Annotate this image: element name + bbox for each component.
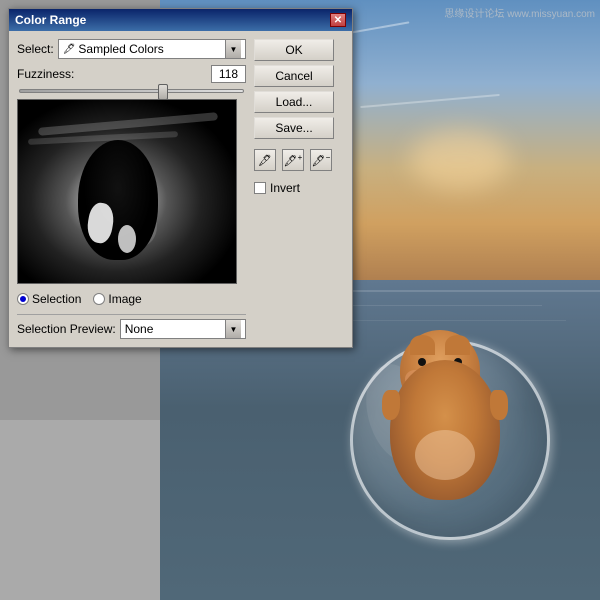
slider-track (19, 89, 244, 93)
hamster-body (380, 330, 510, 500)
image-label: Image (108, 292, 141, 306)
eyedropper-tool[interactable]: 🖋 (254, 149, 276, 171)
invert-checkbox[interactable] (254, 182, 266, 194)
select-label: Select: (17, 42, 54, 56)
eyedropper-add-tool[interactable]: 🖋+ (282, 149, 304, 171)
invert-row: Invert (254, 181, 344, 195)
load-button[interactable]: Load... (254, 91, 334, 113)
fuzziness-label: Fuzziness: (17, 67, 74, 81)
dialog-title: Color Range (15, 13, 86, 27)
hamster-paw-right (490, 390, 508, 420)
image-radio-circle (93, 293, 105, 305)
selection-radio[interactable]: Selection (17, 292, 81, 306)
fuzziness-row: Fuzziness: 118 (17, 65, 246, 83)
cancel-button[interactable]: Cancel (254, 65, 334, 87)
preview-dropdown-arrow[interactable]: ▼ (225, 320, 241, 338)
slider-thumb[interactable] (158, 84, 168, 100)
hamster-belly (415, 430, 475, 480)
image-radio[interactable]: Image (93, 292, 141, 306)
preview-highlight-2 (118, 225, 136, 253)
dialog-titlebar: Color Range ✕ (9, 9, 352, 31)
hamster-ear-left (410, 335, 435, 355)
eyedropper-minus-icon: 🖋− (312, 153, 331, 168)
fuzziness-slider-container (17, 89, 246, 93)
selection-preview-label: Selection Preview: (17, 322, 116, 336)
dialog-content: Select: 🖋 Sampled Colors ▼ Fuzziness: 11… (9, 31, 352, 347)
ok-button[interactable]: OK (254, 39, 334, 61)
fuzziness-value[interactable]: 118 (211, 65, 246, 83)
view-mode-row: Selection Image (17, 290, 246, 308)
hamster-body-shape (390, 360, 500, 500)
invert-label: Invert (270, 181, 300, 195)
preview-bw-image (18, 100, 236, 283)
dialog-right-panel: OK Cancel Load... Save... 🖋 🖋+ 🖋− Invert (254, 39, 344, 339)
cloud-5 (360, 94, 500, 108)
selection-radio-dot (20, 296, 26, 302)
divider-1 (17, 314, 246, 315)
selection-preview-row: Selection Preview: None ▼ (17, 319, 246, 339)
dialog-left-panel: Select: 🖋 Sampled Colors ▼ Fuzziness: 11… (17, 39, 246, 339)
eyedropper-plus-icon: 🖋+ (284, 153, 303, 168)
selection-preview-value: None (125, 322, 225, 336)
hamster-ear-right (445, 335, 470, 355)
selection-label: Selection (32, 292, 81, 306)
eyedropper-subtract-tool[interactable]: 🖋− (310, 149, 332, 171)
hamster-paw-left (382, 390, 400, 420)
watermark: 思缘设计论坛 www.missyuan.com (444, 5, 595, 20)
eyedropper-icon: 🖋 (258, 154, 272, 167)
select-arrow[interactable]: ▼ (225, 40, 241, 58)
hamster-area (330, 180, 570, 560)
select-dropdown[interactable]: 🖋 Sampled Colors ▼ (58, 39, 246, 59)
selection-radio-circle (17, 293, 29, 305)
preview-container (17, 99, 237, 284)
select-value: Sampled Colors (78, 42, 225, 56)
eyedropper-icon-small: 🖋 (63, 44, 76, 55)
color-range-dialog: Color Range ✕ Select: 🖋 Sampled Colors ▼… (8, 8, 353, 348)
selection-preview-dropdown[interactable]: None ▼ (120, 319, 246, 339)
close-button[interactable]: ✕ (330, 13, 346, 27)
save-button[interactable]: Save... (254, 117, 334, 139)
eyedropper-row: 🖋 🖋+ 🖋− (254, 149, 344, 171)
select-row: Select: 🖋 Sampled Colors ▼ (17, 39, 246, 59)
